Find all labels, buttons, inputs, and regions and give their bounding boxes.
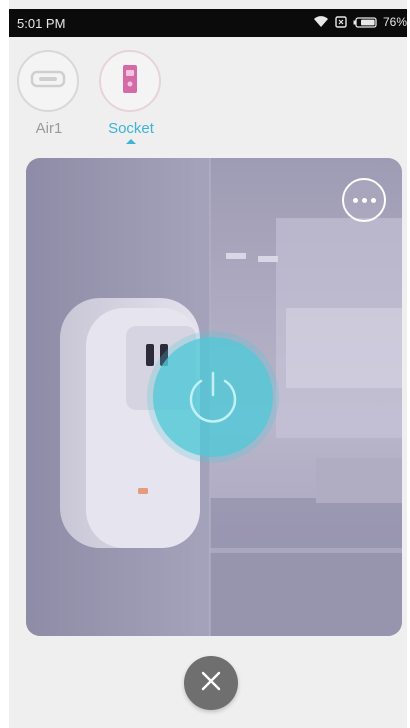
device-tab-air1[interactable]: Air1 [17, 50, 81, 137]
device-tab-air1-label: Air1 [35, 120, 63, 137]
close-icon [199, 669, 223, 698]
screen-border-left [0, 0, 9, 728]
status-icons: 76% [313, 15, 407, 29]
device-card [26, 158, 402, 636]
battery-icon [353, 16, 377, 28]
smart-plug-icon [121, 64, 139, 99]
close-button[interactable] [184, 656, 238, 710]
status-bar: 5:01 PM 76% [9, 9, 407, 37]
device-tabs: Air1 Socket [9, 42, 407, 152]
device-tab-air1-circle[interactable] [17, 50, 79, 112]
wifi-icon [313, 16, 329, 28]
battery-percent: 76% [382, 15, 407, 29]
active-tab-indicator [126, 139, 136, 144]
device-tab-socket-label: Socket [108, 120, 154, 137]
more-options-icon [351, 197, 378, 203]
air-purifier-icon [30, 69, 66, 94]
status-time: 5:01 PM [17, 16, 66, 31]
device-tab-socket-circle[interactable] [99, 50, 161, 112]
sim-icon [335, 16, 347, 28]
power-button[interactable] [153, 337, 273, 457]
device-tab-socket[interactable]: Socket [99, 50, 163, 144]
power-icon [181, 363, 245, 432]
more-options-button[interactable] [342, 178, 386, 222]
